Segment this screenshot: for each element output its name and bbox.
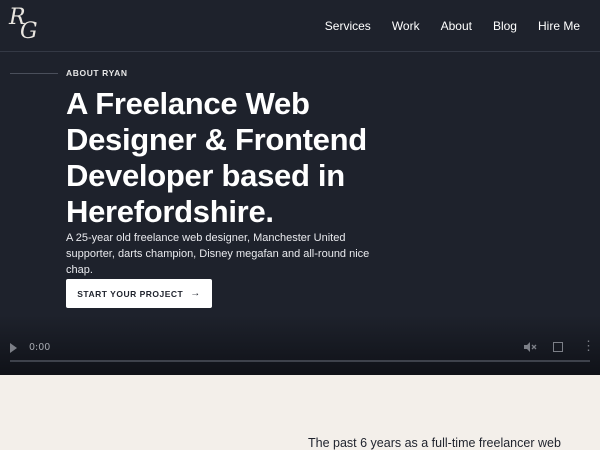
nav-item-blog[interactable]: Blog (493, 18, 517, 34)
logo-letter-g: G (20, 19, 38, 44)
start-project-label: START YOUR PROJECT (77, 288, 184, 299)
video-time: 0:00 (29, 342, 51, 353)
site-header: R G Services Work About Blog Hire Me (0, 0, 600, 52)
fullscreen-icon[interactable] (553, 342, 563, 352)
hero-intro-text: A 25-year old freelance web designer, Ma… (66, 232, 370, 276)
video-progress-bar[interactable] (10, 360, 590, 362)
play-icon[interactable] (10, 343, 17, 353)
speaker-muted-icon[interactable] (523, 341, 537, 353)
nav-item-work[interactable]: Work (392, 18, 420, 34)
arrow-right-icon: → (190, 288, 201, 299)
nav-item-hire-me[interactable]: Hire Me (538, 18, 580, 34)
nav-item-services[interactable]: Services (325, 18, 371, 34)
eyebrow-label: ABOUT RYAN (66, 68, 128, 78)
nav-item-about[interactable]: About (441, 18, 472, 34)
video-controls: 0:00 ⋮ (0, 335, 600, 375)
main-nav: Services Work About Blog Hire Me (304, 18, 580, 34)
hero-section: R G Services Work About Blog Hire Me ABO… (0, 0, 600, 375)
start-project-button[interactable]: START YOUR PROJECT → (66, 279, 212, 308)
about-intro-text: The past 6 years as a full-time freelanc… (308, 436, 561, 450)
page-title: A Freelance Web Designer & Frontend Deve… (66, 86, 367, 229)
eyebrow-divider (10, 73, 58, 74)
more-vertical-icon[interactable]: ⋮ (582, 339, 595, 352)
